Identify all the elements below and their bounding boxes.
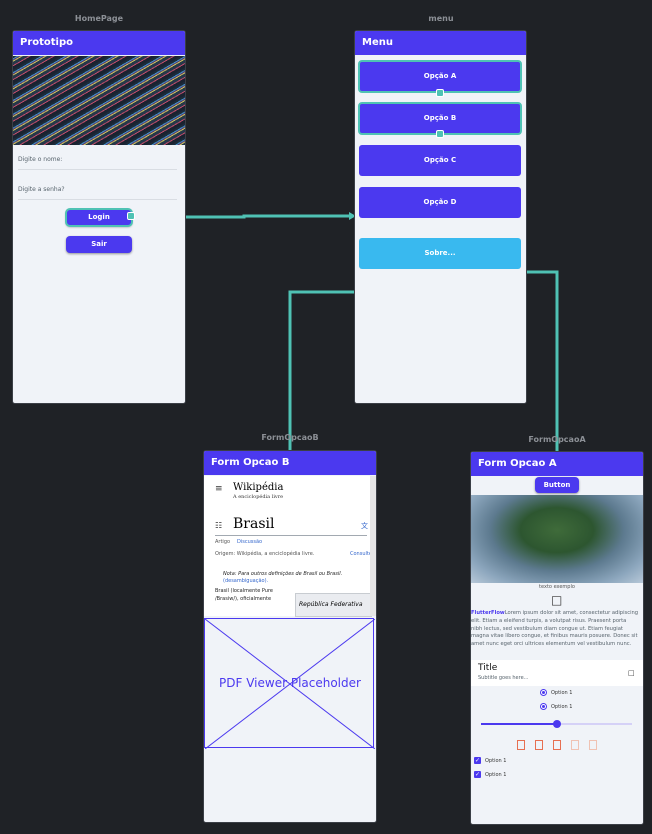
frame-form-b: Form Opcao B ≡ Wikipédia A enciclopédia … [203,450,377,823]
tile-title: Title [478,663,498,673]
webview-wikipedia[interactable]: ≡ Wikipédia A enciclopédia livre ☷ Brasi… [204,476,376,617]
top-button[interactable]: Button [535,477,579,493]
list-tile[interactable]: Title Subtitle goes here... □ [471,660,643,686]
exit-button[interactable]: Sair [66,236,132,253]
option-c-button[interactable]: Opção C [359,145,521,176]
rating-bar[interactable] [517,739,601,751]
rating-star[interactable] [589,740,597,750]
list-icon: ☷ [215,521,223,530]
hamburger-icon[interactable]: ≡ [215,484,223,494]
slider[interactable] [481,720,632,728]
trailing-icon: □ [628,669,635,677]
connector-handle-login[interactable] [127,212,135,220]
radio-button-2[interactable] [540,703,547,710]
checkbox-label-1: Option 1 [485,758,507,764]
app-bar-title: Form Opcao A [471,452,643,476]
app-bar-title: Prototipo [13,31,185,55]
radio-label-2: Option 1 [551,704,573,710]
wiki-tagline: A enciclopédia livre [233,494,284,500]
slider-thumb[interactable] [552,720,561,728]
rating-star[interactable] [553,740,561,750]
about-button[interactable]: Sobre... [359,238,521,269]
placeholder-icon: □ [551,593,563,607]
app-bar-title: Menu [355,31,526,55]
header-image-code [13,56,185,145]
frame-label-menu: menu [428,14,454,23]
divider [215,535,367,536]
login-button[interactable]: Login [65,208,133,227]
wiki-note: Nota: Para outros definições de Brasil o… [223,571,343,577]
frame-label-form-b: FormOpcaoB [261,433,319,442]
tile-subtitle: Subtitle goes here... [478,675,529,681]
wiki-disambiguation-link[interactable]: (desambiguação). [223,578,268,584]
app-bar-title: Form Opcao B [204,451,376,475]
translate-icon[interactable]: 文 [361,521,368,531]
scrollbar[interactable] [370,476,376,616]
frame-label-home: HomePage [74,14,124,23]
password-field-label: Digite a senha? [18,186,65,193]
name-input[interactable] [18,169,177,170]
wiki-lead: Brasil (localmente Pure [215,588,273,594]
wiki-heading: Brasil [233,516,275,532]
checkbox-2[interactable]: ✓ [474,771,481,778]
radio-label-1: Option 1 [551,690,573,696]
frame-menu: Menu Opção A Opção B Opção C Opção D Sob… [354,30,527,404]
checkbox-1[interactable]: ✓ [474,757,481,764]
wiki-brand: Wikipédia [233,482,284,493]
option-a-button[interactable]: Opção A [358,60,522,93]
image-caption: texto exemplo [539,584,575,590]
rating-star[interactable] [535,740,543,750]
frame-home: Prototipo Digite o nome: Digite a senha?… [12,30,186,404]
slider-fill [481,723,557,725]
wiki-infobox-title: República Federativa [299,601,363,608]
frame-form-a: Form Opcao A Button texto exemplo □ Flut… [470,451,644,825]
wiki-more-link[interactable]: Consulte [350,551,372,557]
password-input[interactable] [18,199,177,200]
wiki-origin: Origem: Wikipédia, a enciclopédia livre. [215,551,315,557]
wiki-infobox: República Federativa [295,593,372,617]
radio-button-1[interactable] [540,689,547,696]
pdf-viewer-placeholder[interactable]: PDF Viewer Placeholder [204,618,375,749]
frame-label-form-a: FormOpcaoA [528,435,586,444]
option-d-button[interactable]: Opção D [359,187,521,218]
checkbox-label-2: Option 1 [485,772,507,778]
tab-article[interactable]: Artigo [215,539,230,545]
pdf-placeholder-label: PDF Viewer Placeholder [219,676,361,690]
tree-image [471,495,643,583]
rich-paragraph: FlutterFlowLorem ipsum dolor sit amet, c… [471,610,639,649]
wiki-lead-2: /Brasiw/), oficialmente [215,596,272,602]
rating-star[interactable] [571,740,579,750]
name-field-label: Digite o nome: [18,156,63,163]
rating-star[interactable] [517,740,525,750]
connector-handle-option-a[interactable] [436,89,444,97]
tab-talk[interactable]: Discussão [237,539,262,545]
connector-handle-option-b[interactable] [436,130,444,138]
brand-prefix: FlutterFlow [471,610,505,616]
